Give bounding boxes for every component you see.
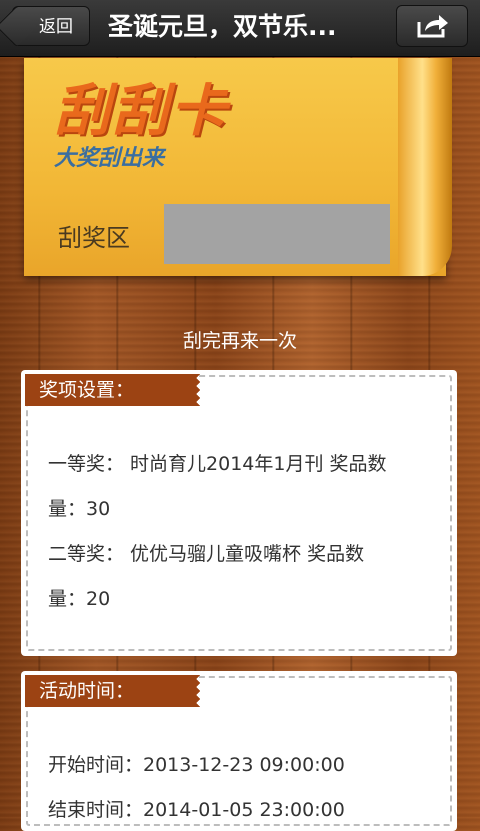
prizes-heading: 奖项设置： xyxy=(25,374,201,406)
page-title: 圣诞元旦，双节乐... xyxy=(108,12,337,41)
end-time: 结束时间：2014-01-05 23:00:00 xyxy=(48,799,345,821)
prize-line: 量：30 xyxy=(48,498,111,520)
prize-line: 一等奖： 时尚育儿2014年1月刊 奖品数 xyxy=(48,453,387,475)
back-button[interactable]: 返回 xyxy=(12,6,90,46)
card-page-curl xyxy=(398,58,452,276)
retry-link[interactable]: 刮完再来一次 xyxy=(0,326,480,353)
start-time: 开始时间：2013-12-23 09:00:00 xyxy=(48,754,345,776)
share-icon xyxy=(417,15,448,38)
prizes-panel: 奖项设置： 一等奖： 时尚育儿2014年1月刊 奖品数 量：30 二等奖： 优优… xyxy=(21,370,457,656)
scratch-area[interactable] xyxy=(164,204,390,264)
card-subtitle: 大奖刮出来 xyxy=(54,146,165,171)
time-heading: 活动时间： xyxy=(25,675,201,707)
time-panel: 活动时间： 开始时间：2013-12-23 09:00:00 结束时间：2014… xyxy=(21,671,457,831)
share-button[interactable] xyxy=(396,5,468,47)
prize-line: 二等奖： 优优马骝儿童吸嘴杯 奖品数 xyxy=(48,543,365,565)
card-title: 刮刮卡 xyxy=(54,79,228,144)
prize-area-label: 刮奖区 xyxy=(58,224,130,252)
scratch-card: 刮刮卡 大奖刮出来 刮奖区 xyxy=(24,58,452,276)
prize-line: 量：20 xyxy=(48,588,111,610)
top-bar: 返回 圣诞元旦，双节乐... xyxy=(0,0,480,57)
